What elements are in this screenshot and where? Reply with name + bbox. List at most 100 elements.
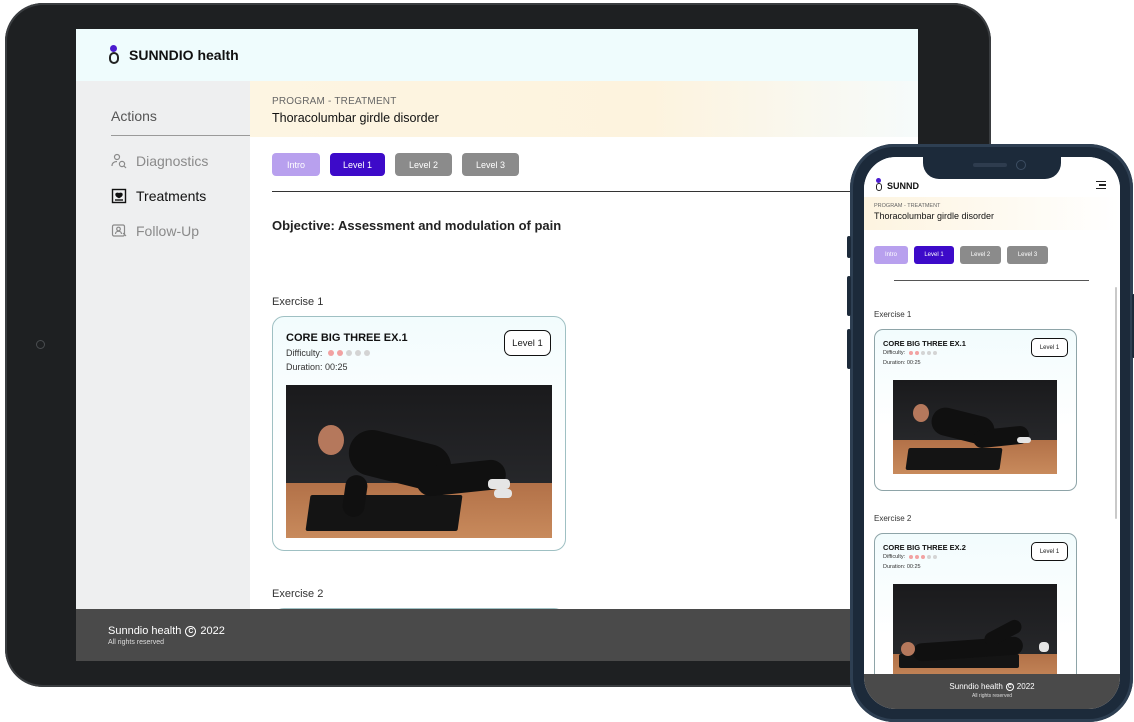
phone-volume-up (847, 276, 851, 316)
difficulty-label: Difficulty: (883, 554, 906, 560)
difficulty-dot (933, 555, 938, 559)
difficulty-dot (909, 555, 914, 559)
program-banner: PROGRAM - TREATMENT Thoracolumbar girdle… (864, 197, 1120, 230)
follow-up-icon (111, 223, 127, 239)
sidebar-title: Actions (111, 108, 157, 124)
tablet-screen: SUNNDIO health Actions Diagnostics Treat… (76, 29, 918, 661)
exercise-video-thumbnail[interactable] (893, 584, 1057, 684)
tab-intro[interactable]: Intro (272, 153, 320, 176)
exercise-name: CORE BIG THREE EX.1 (286, 332, 408, 344)
program-title: Thoracolumbar girdle disorder (272, 111, 439, 125)
scrollbar[interactable] (1115, 287, 1117, 519)
main-content: PROGRAM - TREATMENT Thoracolumbar girdle… (250, 81, 918, 609)
exercise-section-label: Exercise 1 (874, 310, 912, 319)
footer-company: Sunndio health (108, 625, 182, 637)
device-mockup: SUNNDIO health Actions Diagnostics Treat… (0, 0, 1134, 722)
exercise-difficulty: Difficulty: (286, 348, 371, 358)
sidebar-item-label: Follow-Up (136, 223, 200, 239)
sidebar-divider (111, 135, 250, 136)
phone-volume-down (847, 329, 851, 369)
exercise-card[interactable]: CORE BIG THREE EX.1 Difficulty: Duration… (272, 316, 566, 551)
exercise-name: CORE BIG THREE EX.2 (883, 543, 966, 552)
tablet-frame: SUNNDIO health Actions Diagnostics Treat… (5, 3, 991, 687)
footer-rights: All rights reserved (971, 693, 1012, 699)
brand-logo-icon[interactable] (109, 45, 119, 65)
exercise-difficulty: Difficulty: (883, 554, 938, 560)
tab-intro[interactable]: Intro (874, 246, 908, 264)
program-kicker: PROGRAM - TREATMENT (874, 203, 941, 209)
content-divider (272, 191, 918, 192)
tab-level-3[interactable]: Level 3 (462, 153, 519, 176)
sidebar-item-diagnostics[interactable]: Diagnostics (111, 153, 208, 169)
footer-year: 2022 (1016, 682, 1035, 691)
footer-rights: All rights reserved (108, 639, 165, 646)
copyright-icon: C (1005, 682, 1014, 691)
tablet-camera (36, 340, 45, 349)
difficulty-dot (915, 351, 920, 355)
footer-year: 2022 (200, 625, 225, 637)
difficulty-dot (921, 351, 926, 355)
difficulty-dot (927, 351, 932, 355)
exercise-video-thumbnail[interactable] (286, 385, 552, 538)
app-header: SUNNDIO health (76, 29, 918, 81)
tab-level-1[interactable]: Level 1 (330, 153, 385, 176)
exercise-video-thumbnail[interactable] (893, 380, 1057, 474)
program-kicker: PROGRAM - TREATMENT (272, 96, 397, 107)
level-badge[interactable]: Level 1 (504, 330, 551, 356)
treatments-icon (111, 188, 127, 204)
difficulty-dot (328, 350, 335, 356)
copyright-icon: C (185, 625, 197, 637)
tab-level-2[interactable]: Level 2 (960, 246, 1001, 264)
level-badge[interactable]: Level 1 (1031, 338, 1068, 357)
level-tabs: Intro Level 1 Level 2 Level 3 (272, 153, 519, 176)
level-badge[interactable]: Level 1 (1031, 542, 1068, 561)
exercise-section-label: Exercise 2 (874, 514, 912, 523)
diagnostics-icon (111, 153, 127, 169)
content-divider (894, 280, 1089, 281)
difficulty-dot (337, 350, 344, 356)
app-footer: Sunndio health C 2022 All rights reserve… (76, 609, 918, 661)
difficulty-dot (909, 351, 914, 355)
phone-mute-switch (847, 236, 851, 258)
program-title: Thoracolumbar girdle disorder (874, 211, 995, 221)
level-tabs: Intro Level 1 Level 2 Level 3 (874, 246, 1048, 264)
sidebar-item-label: Diagnostics (136, 153, 209, 169)
difficulty-dot (346, 350, 353, 356)
footer-copyright: Sunndio health C 2022 (108, 625, 918, 637)
app-footer: Sunndio health C 2022 All rights reserve… (864, 674, 1120, 709)
objective-heading: Objective: Assessment and modulation of … (272, 218, 562, 233)
tab-level-1[interactable]: Level 1 (914, 246, 954, 264)
difficulty-label: Difficulty: (883, 350, 906, 356)
exercise-section-label: Exercise 1 (272, 296, 324, 308)
phone-notch (923, 157, 1061, 179)
difficulty-dot (355, 350, 362, 356)
sidebar: Actions Diagnostics Treatments Follow-Up (76, 81, 250, 609)
hamburger-menu-icon[interactable] (1096, 181, 1106, 189)
footer-copyright: Sunndio health C 2022 (864, 682, 1120, 691)
difficulty-dots (909, 555, 938, 559)
brand-name[interactable]: SUNND (887, 181, 919, 191)
difficulty-dot (927, 555, 932, 559)
exercise-name: CORE BIG THREE EX.1 (883, 339, 966, 348)
brand-logo-icon[interactable] (876, 178, 882, 191)
sidebar-item-follow-up[interactable]: Follow-Up (111, 223, 199, 239)
tab-level-3[interactable]: Level 3 (1007, 246, 1048, 264)
exercise-duration: Duration: 00:25 (286, 362, 348, 372)
difficulty-dots (909, 351, 938, 355)
sidebar-item-treatments[interactable]: Treatments (111, 188, 206, 204)
difficulty-dot (364, 350, 371, 356)
difficulty-dot (915, 555, 920, 559)
tab-level-2[interactable]: Level 2 (395, 153, 452, 176)
program-banner: PROGRAM - TREATMENT Thoracolumbar girdle… (250, 81, 918, 137)
exercise-duration: Duration: 00:25 (883, 360, 921, 366)
phone-screen: SUNND PROGRAM - TREATMENT Thoracolumbar … (864, 157, 1120, 709)
phone-frame: SUNND PROGRAM - TREATMENT Thoracolumbar … (847, 144, 1134, 722)
exercise-duration: Duration: 00:25 (883, 564, 921, 570)
difficulty-dot (933, 351, 938, 355)
exercise-section-label: Exercise 2 (272, 588, 324, 600)
exercise-card[interactable]: CORE BIG THREE EX.1 Difficulty: Duration… (874, 329, 1077, 491)
brand-name[interactable]: SUNNDIO health (129, 47, 239, 63)
footer-company: Sunndio health (949, 682, 1003, 691)
exercise-difficulty: Difficulty: (883, 350, 938, 356)
difficulty-dot (921, 555, 926, 559)
